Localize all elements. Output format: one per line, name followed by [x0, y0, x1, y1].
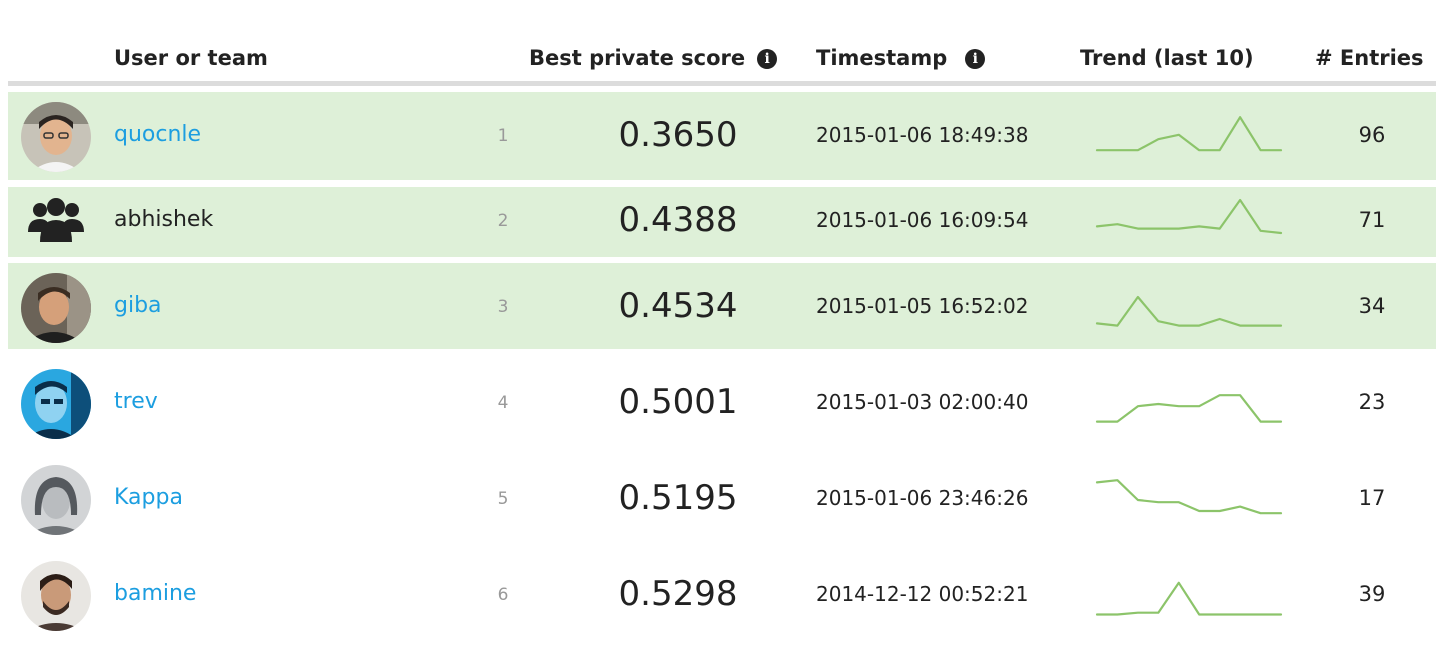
timestamp: 2015-01-06 23:46:26	[816, 486, 1029, 510]
trend-sparkline	[1091, 282, 1287, 334]
best-private-score: 0.5298	[618, 574, 738, 614]
avatar[interactable]	[21, 273, 91, 343]
rank: 6	[497, 585, 509, 605]
info-icon[interactable]: i	[965, 49, 986, 69]
user-name-link[interactable]: quocnle	[114, 122, 201, 147]
user-name-link[interactable]: giba	[114, 293, 162, 318]
table-row: giba 3 0.4534 2015-01-05 16:52:02 34	[8, 263, 1436, 349]
entries-count: 39	[1358, 582, 1386, 606]
user-name-link[interactable]: bamine	[114, 581, 196, 606]
table-header: User or team Best private score i Timesta…	[8, 0, 1436, 86]
info-icon[interactable]: i	[757, 49, 778, 69]
rank: 4	[497, 393, 509, 413]
best-private-score: 0.5195	[618, 478, 738, 518]
user-name-link[interactable]: Kappa	[114, 485, 183, 510]
trend-line	[1095, 394, 1283, 423]
trend-sparkline	[1091, 570, 1287, 622]
leaderboard: User or team Best private score i Timesta…	[0, 0, 1436, 647]
header-entries: # Entries	[1315, 46, 1424, 70]
trend-line	[1095, 198, 1283, 235]
timestamp: 2015-01-06 16:09:54	[816, 208, 1029, 232]
table-row: trev 4 0.5001 2015-01-03 02:00:40 23	[8, 353, 1436, 449]
trend-line	[1095, 479, 1283, 515]
best-private-score: 0.3650	[618, 115, 738, 155]
timestamp: 2014-12-12 00:52:21	[816, 582, 1029, 606]
rank: 2	[497, 211, 509, 231]
rank: 1	[497, 126, 509, 146]
trend-sparkline	[1091, 111, 1287, 163]
best-private-score: 0.4388	[618, 200, 738, 240]
header-timestamp: Timestamp i	[816, 46, 986, 70]
best-private-score: 0.5001	[618, 382, 738, 422]
best-private-score: 0.4534	[618, 286, 738, 326]
avatar[interactable]	[21, 465, 91, 535]
entries-count: 23	[1358, 390, 1386, 414]
entries-count: 17	[1358, 486, 1386, 510]
rank: 5	[497, 489, 509, 509]
trend-line	[1095, 116, 1283, 152]
header-user-or-team: User or team	[114, 46, 268, 70]
avatar[interactable]	[21, 102, 91, 172]
header-trend: Trend (last 10)	[1080, 46, 1254, 70]
user-name-link[interactable]: trev	[114, 389, 158, 414]
trend-sparkline	[1091, 378, 1287, 430]
trend-sparkline	[1091, 474, 1287, 526]
trend-line	[1095, 581, 1283, 616]
trend-line	[1095, 295, 1283, 327]
timestamp: 2015-01-05 16:52:02	[816, 294, 1029, 318]
avatar[interactable]	[21, 561, 91, 631]
timestamp: 2015-01-03 02:00:40	[816, 390, 1029, 414]
table-row: abhishek 2 0.4388 2015-01-06 16:09:54 71	[8, 187, 1436, 257]
entries-count: 71	[1358, 208, 1386, 232]
timestamp: 2015-01-06 18:49:38	[816, 123, 1029, 147]
header-best-private-score: Best private score i	[529, 46, 778, 70]
user-name-link: abhishek	[114, 207, 214, 232]
avatar[interactable]	[21, 369, 91, 439]
table-row: bamine 6 0.5298 2014-12-12 00:52:21 39	[8, 545, 1436, 641]
trend-sparkline	[1091, 196, 1287, 248]
team-icon	[26, 192, 86, 252]
entries-count: 96	[1358, 123, 1386, 147]
entries-count: 34	[1358, 294, 1386, 318]
table-row: Kappa 5 0.5195 2015-01-06 23:46:26 17	[8, 449, 1436, 545]
table-row: quocnle 1 0.3650 2015-01-06 18:49:38 96	[8, 92, 1436, 180]
rank: 3	[497, 297, 509, 317]
